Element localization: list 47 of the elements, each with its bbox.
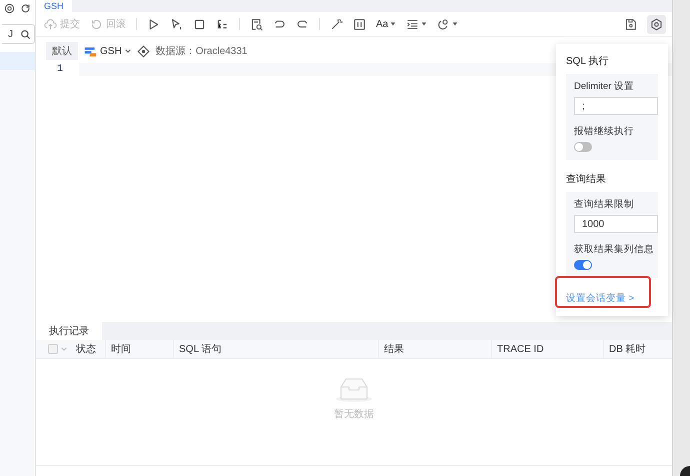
cursor-icon[interactable] (170, 18, 183, 30)
search-document-icon[interactable] (250, 18, 263, 30)
input-field[interactable]: 1000 (574, 215, 658, 233)
magic-wand-icon[interactable] (330, 18, 343, 30)
font-menu[interactable]: Aa (376, 18, 396, 30)
stop-icon[interactable] (193, 18, 206, 30)
rollback-icon (90, 18, 103, 30)
play-icon[interactable] (147, 18, 160, 30)
schema-badge[interactable]: 默认 (46, 42, 78, 60)
column-header: 结果 (378, 340, 491, 358)
refresh-icon[interactable] (20, 3, 31, 14)
search-field[interactable]: J (2, 24, 35, 44)
settings-icon[interactable] (647, 14, 666, 34)
section-title: SQL 执行 (566, 54, 610, 68)
column-header: SQL 语句 (173, 340, 378, 358)
indent-menu[interactable] (406, 18, 428, 30)
field-label: 查询结果限制 (574, 198, 635, 211)
toggle-switch[interactable] (574, 260, 592, 270)
empty-message: 暂无数据 (334, 408, 374, 421)
database-icon (84, 44, 97, 58)
editor-tab[interactable]: GSH (36, 0, 72, 12)
select-all-checkbox[interactable] (48, 344, 58, 354)
input-field[interactable]: ; (574, 97, 658, 115)
column-header: DB 耗时 (603, 340, 671, 358)
caret-icon (452, 21, 458, 27)
undo-icon[interactable] (273, 18, 286, 30)
empty-inbox-icon (335, 377, 373, 403)
upload-icon (44, 18, 57, 30)
datasource-label: 数据源：Oracle4331 (156, 45, 248, 58)
field-label: 报错继续执行 (574, 125, 635, 138)
line-number: 1 (56, 64, 64, 75)
section-title: 查询结果 (566, 172, 607, 186)
snippet-menu[interactable] (437, 18, 458, 30)
column-header: 时间 (105, 340, 173, 358)
panel-icon[interactable] (353, 18, 366, 30)
column-header: 状态 (75, 342, 97, 357)
search-icon (20, 28, 31, 40)
caret-icon (390, 21, 396, 27)
field-label: Delimiter 设置 (574, 80, 636, 93)
column-header: TRACE ID (491, 340, 603, 358)
save-icon[interactable] (624, 18, 637, 30)
database-selector[interactable]: GSH (84, 44, 131, 58)
chevron-icon (124, 48, 131, 54)
caret-icon (421, 21, 428, 27)
redo-icon[interactable] (296, 18, 309, 30)
toggle-switch[interactable] (574, 142, 592, 152)
panel-tab[interactable]: 执行记录 (36, 322, 102, 340)
